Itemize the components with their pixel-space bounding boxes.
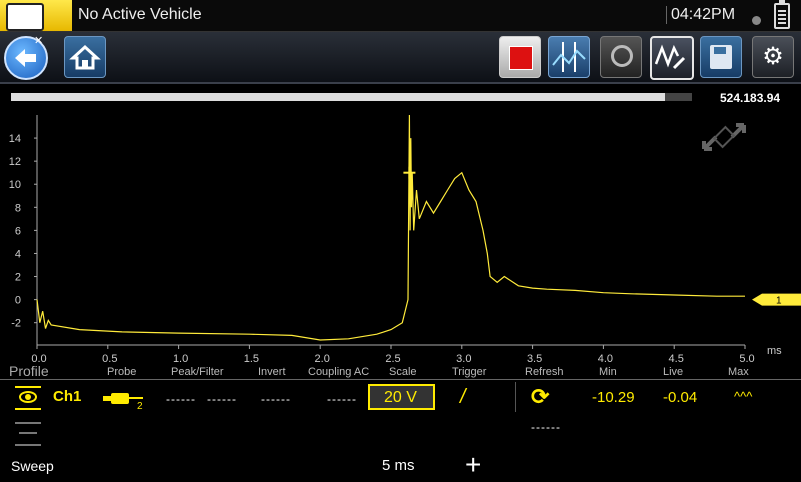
refresh-header: Refresh [525,366,564,378]
x-tick-label: 3.5 [527,353,542,365]
refresh-sub-value: ------ [531,420,561,434]
scale-selector[interactable]: 20 V [368,384,435,410]
live-header: Live [663,366,684,378]
ch1-marker-label: 1 [776,296,782,307]
y-tick-label: 0 [15,295,21,307]
x-tick-label: 1.5 [244,353,259,365]
record-buffer-fill [11,93,665,101]
x-axis-ticks: 0.0 0.5 1.0 1.5 2.0 2.5 3.0 3.5 4.0 4.5 5.0 [31,345,755,365]
clock: 04:42PM [666,6,735,24]
sweep-increase-button[interactable]: + [465,449,481,481]
y-tick-label: 8 [15,202,21,214]
y-tick-label: 6 [15,225,21,237]
x-tick-label: 1.0 [173,353,188,365]
header-divider [0,379,801,380]
profile-label: Profile [9,363,49,379]
x-tick-label: 3.0 [456,353,471,365]
peak-filter-header: Peak/Filter [171,366,224,378]
y-axis-ticks: 14 12 10 8 6 4 2 0 -2 [9,133,37,330]
x-tick-label: 2.5 [385,353,400,365]
stop-record-button[interactable] [499,36,541,78]
y-tick-label: -2 [11,318,21,330]
waveform-plot[interactable]: 14121086420-2 0.0 0.5 1.0 1.5 2.0 2.5 3.0 3.5 4.… [0,105,801,365]
x-tick-label: 2.0 [315,353,330,365]
battery-icon [774,0,790,29]
settings-button[interactable]: ⚙ [752,36,794,78]
back-button[interactable]: ✕ [4,35,48,80]
coupling-value[interactable]: ------ [327,392,357,406]
sweep-value[interactable]: 5 ms [382,457,415,474]
y-tick-label: 10 [9,179,21,191]
x-tick-label: 4.0 [598,353,613,365]
ch1-waveform-trace [36,114,745,341]
x-tick-label: 5.0 [739,353,754,365]
refresh-icon[interactable]: ⟳ [531,384,549,410]
peak-filter-value-b[interactable]: ------ [207,392,237,406]
y-tick-label: 14 [9,133,21,145]
stop-icon [509,46,533,70]
expand-icon[interactable] [702,123,746,151]
zoom-button[interactable] [600,36,642,78]
cursors-button[interactable] [548,36,590,78]
live-value: -0.04 [663,389,698,406]
min-value: -10.29 [592,389,635,406]
record-buffer-bar[interactable] [11,93,692,101]
invert-header: Invert [258,366,286,378]
floppy-disk-icon [710,45,732,69]
scale-header: Scale [389,366,417,378]
invert-value[interactable]: ------ [261,392,291,406]
magnifier-icon [611,45,633,67]
min-header: Min [599,366,617,378]
trigger-marker[interactable] [403,166,416,179]
x-tick-label: 4.5 [669,353,684,365]
scale-value: 20 V [384,389,417,406]
ch1-zero-marker[interactable]: 1 [752,293,801,307]
column-separator [515,382,516,412]
vehicle-id-icon[interactable] [0,0,72,31]
cursors-icon [552,42,586,72]
peak-filter-value-a[interactable]: ------ [166,392,196,406]
home-button[interactable] [64,36,106,78]
vehicle-title: No Active Vehicle [78,6,202,23]
ch1-label[interactable]: Ch1 [53,388,81,405]
y-tick-label: 4 [15,248,21,260]
svg-text:2: 2 [137,401,143,410]
waveform-wrench-icon [654,44,686,70]
trigger-rising-edge-icon[interactable]: / [460,386,466,409]
channel-2-hidden-icon[interactable] [15,422,41,446]
probe-header: Probe [107,366,137,378]
y-tick-label: 2 [15,272,21,284]
plot-axes [36,115,745,346]
gear-icon: ⚙ [762,43,784,70]
scope-setup-button[interactable] [650,36,694,80]
x-tick-label: 0.5 [102,353,117,365]
channel-visibility-eye-icon[interactable] [15,386,41,410]
x-axis-unit: ms [767,345,782,357]
max-value: ^^^ [734,389,753,404]
max-header: Max [728,366,749,378]
probe-icon[interactable]: 2 [103,390,147,410]
trigger-header: Trigger [452,366,487,378]
status-indicator-icon [752,16,761,25]
save-button[interactable] [700,36,742,78]
sweep-label: Sweep [11,458,54,474]
home-icon [69,44,101,70]
coupling-header: Coupling AC [308,366,370,378]
record-buffer-value: 524.183.94 [720,91,781,105]
y-tick-label: 12 [9,156,21,168]
close-icon: ✕ [34,35,44,47]
